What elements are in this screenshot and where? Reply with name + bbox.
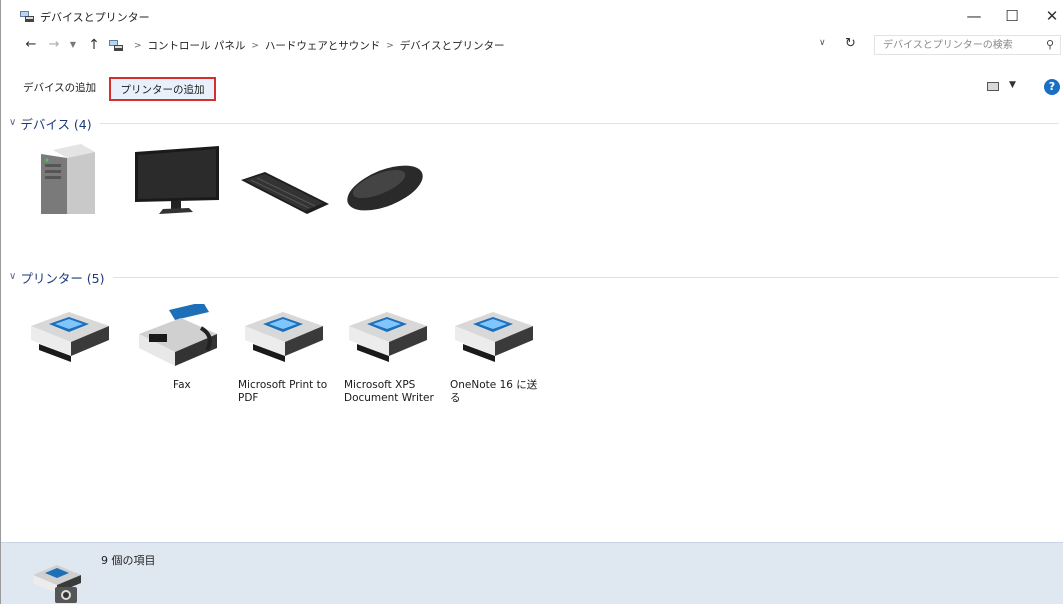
printer-label: Microsoft XPS Document Writer: [344, 379, 434, 404]
mouse-icon: [347, 165, 423, 211]
add-device-button[interactable]: デバイスの追加: [15, 77, 104, 101]
printer-item[interactable]: Microsoft Print to PDF: [235, 304, 331, 405]
breadcrumb: > コントロール パネル > ハードウェアとサウンド > デバイスとプリンター: [128, 38, 504, 53]
recent-locations-chevron-icon[interactable]: ▼: [67, 36, 79, 54]
collapse-chevron-icon[interactable]: ∨: [9, 271, 16, 282]
devices-group-header[interactable]: ∨ デバイス (4): [9, 113, 1059, 133]
printer-item[interactable]: Microsoft XPS Document Writer: [339, 304, 435, 405]
address-bar: ← → ▼ ↑ > コントロール パネル > ハードウェアとサウンド > デバイ…: [1, 33, 1063, 57]
printer-icon: [31, 312, 109, 362]
control-panel-icon[interactable]: [108, 38, 124, 52]
printers-group-title: プリンター (5): [20, 270, 105, 286]
help-icon[interactable]: ?: [1044, 79, 1060, 95]
printer-icon: [349, 312, 427, 362]
devices-and-printers-window: デバイスとプリンター — ☐ ✕ ← → ▼ ↑ > コントロール パネル > …: [0, 0, 1063, 604]
minimize-button[interactable]: —: [959, 4, 989, 28]
device-item[interactable]: [21, 142, 117, 220]
devices-printers-icon: [33, 565, 81, 603]
device-item[interactable]: [235, 142, 331, 217]
breadcrumb-separator-icon[interactable]: >: [386, 41, 394, 51]
group-divider: [99, 122, 1059, 124]
monitor-icon: [135, 146, 219, 214]
computer-tower-icon: [41, 144, 95, 220]
printer-item[interactable]: OneNote 16 に送る: [445, 304, 541, 405]
back-arrow-icon[interactable]: ←: [21, 36, 41, 54]
printers-group-header[interactable]: ∨ プリンター (5): [9, 267, 1059, 287]
breadcrumb-hardware-and-sound[interactable]: ハードウェアとサウンド: [265, 38, 380, 53]
group-divider: [112, 276, 1059, 278]
breadcrumb-separator-icon[interactable]: >: [251, 41, 259, 51]
view-options-chevron-icon[interactable]: ▼: [1009, 80, 1016, 90]
maximize-button[interactable]: ☐: [997, 4, 1027, 28]
breadcrumb-control-panel[interactable]: コントロール パネル: [148, 38, 246, 53]
address-dropdown-icon[interactable]: ∨: [819, 38, 826, 48]
close-button[interactable]: ✕: [1037, 4, 1063, 28]
printer-icon: [245, 312, 323, 362]
change-view-icon[interactable]: [987, 82, 999, 91]
breadcrumb-separator-icon[interactable]: >: [134, 41, 142, 51]
title-bar: デバイスとプリンター — ☐ ✕: [1, 0, 1063, 32]
refresh-icon[interactable]: ↻: [845, 36, 856, 51]
printer-label: Microsoft Print to PDF: [238, 379, 328, 404]
search-input[interactable]: [875, 36, 1025, 54]
window-title: デバイスとプリンター: [40, 11, 150, 24]
printer-icon: [455, 312, 533, 362]
fax-icon: [139, 302, 217, 366]
search-box: ⚲: [874, 35, 1061, 55]
details-pane: 9 個の項目: [1, 542, 1063, 604]
add-printer-button[interactable]: プリンターの追加: [109, 77, 216, 101]
printer-item[interactable]: Fax: [129, 302, 225, 392]
command-bar: デバイスの追加 プリンターの追加 ▼ ?: [1, 77, 1063, 104]
item-count: 9 個の項目: [101, 554, 156, 567]
device-item[interactable]: [129, 142, 225, 217]
search-icon[interactable]: ⚲: [1046, 38, 1054, 51]
printer-label: OneNote 16 に送る: [450, 379, 538, 404]
printer-item[interactable]: [21, 304, 117, 379]
forward-arrow-icon[interactable]: →: [46, 36, 62, 54]
collapse-chevron-icon[interactable]: ∨: [9, 117, 16, 128]
up-arrow-icon[interactable]: ↑: [86, 36, 102, 54]
devices-printers-icon: [20, 11, 34, 22]
breadcrumb-devices-and-printers[interactable]: デバイスとプリンター: [400, 38, 505, 53]
keyboard-icon: [241, 172, 329, 214]
device-item[interactable]: [339, 142, 435, 217]
fax-label: Fax: [173, 379, 191, 391]
devices-group-title: デバイス (4): [20, 116, 92, 132]
